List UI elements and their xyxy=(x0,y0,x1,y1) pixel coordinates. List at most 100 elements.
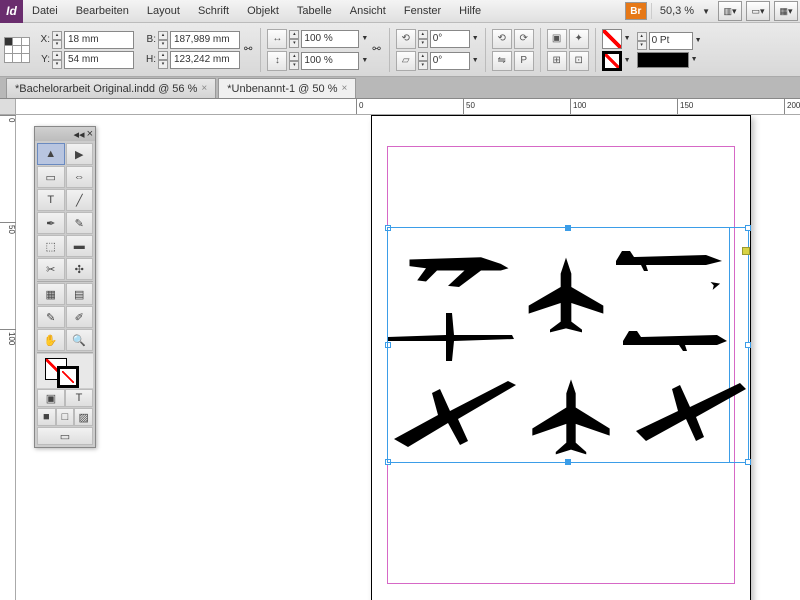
link-wh-icon[interactable]: ⚯ xyxy=(244,44,252,55)
airplane-silhouette[interactable] xyxy=(388,375,518,455)
x-spinner[interactable]: ▴▾ xyxy=(52,31,62,49)
fit-content-icon[interactable]: ⊞ xyxy=(547,51,567,71)
airplane-silhouette[interactable] xyxy=(404,235,514,295)
free-transform-tool[interactable]: ✣ xyxy=(66,258,94,280)
arrange-icon[interactable]: ▦▾ xyxy=(774,1,798,21)
note-tool[interactable]: ✎ xyxy=(37,306,65,328)
stroke-weight-input[interactable] xyxy=(649,32,693,50)
formatting-container-button[interactable]: ▣ xyxy=(37,389,65,407)
pen-tool[interactable]: ✒ xyxy=(37,212,65,234)
link-scale-icon[interactable]: ⚯ xyxy=(372,44,380,55)
shear-input[interactable] xyxy=(430,52,470,70)
hand-tool[interactable]: ✋ xyxy=(37,329,65,351)
menu-ansicht[interactable]: Ansicht xyxy=(341,1,395,21)
ruler-tick: 50 xyxy=(463,99,475,115)
menu-bearbeiten[interactable]: Bearbeiten xyxy=(67,1,138,21)
ruler-origin[interactable] xyxy=(0,99,16,115)
h-input[interactable] xyxy=(170,51,240,69)
fit-frame-icon[interactable]: ⊡ xyxy=(569,51,589,71)
fill-swatch[interactable] xyxy=(602,29,622,49)
vertical-ruler[interactable]: 0 50 100 xyxy=(0,115,16,600)
close-icon[interactable]: × xyxy=(201,83,207,94)
airplane-silhouette[interactable] xyxy=(526,255,606,335)
view-options-icon[interactable]: ▥▾ xyxy=(718,1,742,21)
apply-color-button[interactable]: ■ xyxy=(37,408,56,426)
y-input[interactable] xyxy=(64,51,134,69)
w-input[interactable] xyxy=(170,31,240,49)
zoom-tool[interactable]: 🔍 xyxy=(66,329,94,351)
airplane-silhouette[interactable] xyxy=(386,307,516,367)
live-corner-widget[interactable] xyxy=(742,247,750,255)
close-icon[interactable]: × xyxy=(341,83,347,94)
menu-datei[interactable]: Datei xyxy=(23,1,67,21)
horizontal-ruler[interactable]: 0 50 100 150 200 xyxy=(16,99,800,115)
airplane-silhouette[interactable] xyxy=(619,323,729,355)
rectangle-tool[interactable]: ▬ xyxy=(66,235,94,257)
rot-spinner[interactable]: ▴▾ xyxy=(418,30,428,48)
stroke-style[interactable] xyxy=(637,52,689,68)
close-icon[interactable]: × xyxy=(87,128,93,140)
menu-objekt[interactable]: Objekt xyxy=(238,1,288,21)
gap-tool[interactable]: ⇔ xyxy=(66,166,94,188)
pencil-tool[interactable]: ✎ xyxy=(66,212,94,234)
bridge-button[interactable]: Br xyxy=(625,2,647,20)
tools-header[interactable]: ◂◂× xyxy=(35,127,95,141)
shear-spinner[interactable]: ▴▾ xyxy=(418,52,428,70)
rotate-cw-icon[interactable]: ⟳ xyxy=(514,29,534,49)
airplane-silhouette[interactable] xyxy=(632,373,748,453)
screen-mode-icon[interactable]: ▭▾ xyxy=(746,1,770,21)
airplane-silhouette[interactable] xyxy=(606,241,726,277)
zoom-level[interactable]: 50,3 % xyxy=(651,3,702,19)
menu-tabelle[interactable]: Tabelle xyxy=(288,1,341,21)
flip-h-icon[interactable]: ⇋ xyxy=(492,51,512,71)
tab-label: *Bachelorarbeit Original.indd @ 56 % xyxy=(15,83,197,95)
apply-none-button[interactable]: ▨ xyxy=(74,408,93,426)
menu-bar: Id Datei Bearbeiten Layout Schrift Objek… xyxy=(0,0,800,23)
apply-gradient-button[interactable]: □ xyxy=(56,408,75,426)
eyedropper-tool[interactable]: ✐ xyxy=(66,306,94,328)
collapse-icon[interactable]: ◂◂ xyxy=(74,128,85,141)
scale-x-input[interactable] xyxy=(301,30,359,48)
formatting-text-button[interactable]: T xyxy=(65,389,93,407)
selection-tool[interactable]: ▲ xyxy=(37,143,65,165)
strokew-spinner[interactable]: ▴▾ xyxy=(637,32,647,50)
select-content-icon[interactable]: ✦ xyxy=(569,29,589,49)
select-container-icon[interactable]: ▣ xyxy=(547,29,567,49)
menu-fenster[interactable]: Fenster xyxy=(395,1,450,21)
h-spinner[interactable]: ▴▾ xyxy=(158,51,168,69)
gradient-feather-tool[interactable]: ▤ xyxy=(66,283,94,305)
tools-panel[interactable]: ◂◂× ▲ ▶ ▭ ⇔ T ╱ ✒ ✎ ⬚ ▬ ✂ ✣ ▦ ▤ ✎ ✐ ✋ 🔍 … xyxy=(34,126,96,448)
line-tool[interactable]: ╱ xyxy=(66,189,94,211)
y-label: Y: xyxy=(36,54,50,65)
scissors-tool[interactable]: ✂ xyxy=(37,258,65,280)
scaley-spinner[interactable]: ▴▾ xyxy=(289,52,299,70)
type-tool[interactable]: T xyxy=(37,189,65,211)
w-spinner[interactable]: ▴▾ xyxy=(158,31,168,49)
menu-schrift[interactable]: Schrift xyxy=(189,1,238,21)
canvas[interactable]: ➤ xyxy=(16,115,800,600)
ruler-tick: 200 xyxy=(784,99,800,115)
stroke-swatch-ctrl[interactable] xyxy=(602,51,622,71)
stroke-color[interactable] xyxy=(57,366,79,388)
rotate-input[interactable] xyxy=(430,30,470,48)
view-mode-button[interactable]: ▭ xyxy=(37,427,93,445)
ruler-tick: 150 xyxy=(677,99,693,115)
ruler-tick: 0 xyxy=(356,99,363,115)
y-spinner[interactable]: ▴▾ xyxy=(52,51,62,69)
x-input[interactable] xyxy=(64,31,134,49)
airplane-silhouette[interactable] xyxy=(526,377,616,459)
page-tool[interactable]: ▭ xyxy=(37,166,65,188)
gradient-swatch-tool[interactable]: ▦ xyxy=(37,283,65,305)
direct-selection-tool[interactable]: ▶ xyxy=(66,143,94,165)
rotate-ccw-icon[interactable]: ⟲ xyxy=(492,29,512,49)
flip-v-icon[interactable]: P xyxy=(514,51,534,71)
tab-unbenannt[interactable]: *Unbenannt-1 @ 50 %× xyxy=(218,78,356,98)
tab-bachelorarbeit[interactable]: *Bachelorarbeit Original.indd @ 56 % × xyxy=(6,78,216,98)
rectangle-frame-tool[interactable]: ⬚ xyxy=(37,235,65,257)
fill-stroke-swatch[interactable] xyxy=(37,354,93,388)
scale-y-input[interactable] xyxy=(301,52,359,70)
menu-layout[interactable]: Layout xyxy=(138,1,189,21)
scalex-spinner[interactable]: ▴▾ xyxy=(289,30,299,48)
reference-point[interactable] xyxy=(4,37,30,63)
menu-hilfe[interactable]: Hilfe xyxy=(450,1,490,21)
